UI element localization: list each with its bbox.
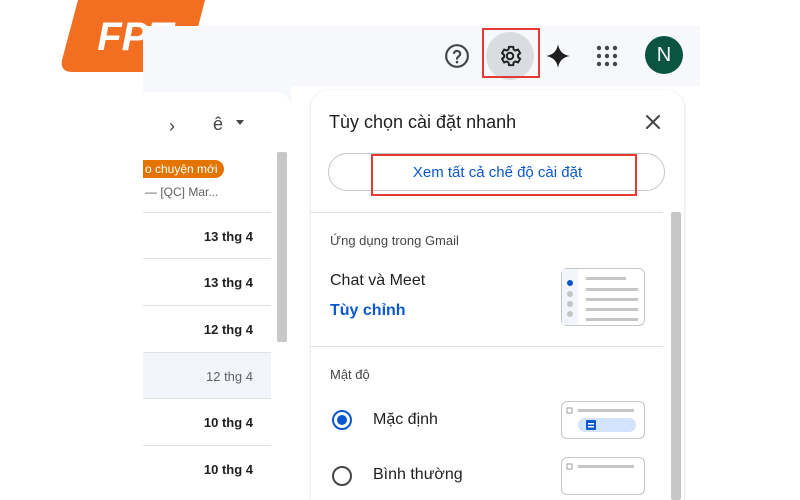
mail-date: 13 thg 4 (203, 275, 253, 290)
settings-highlight-frame (482, 28, 540, 78)
chevron-right-icon[interactable]: › (169, 116, 175, 137)
mail-list-panel: › ê o chuyện mới — [QC] Mar... 13 thg 4 … (143, 86, 291, 500)
mail-row[interactable]: 10 thg 4 (143, 398, 271, 445)
chat-meet-label: Chat và Meet (330, 272, 426, 289)
account-avatar[interactable]: N (645, 36, 683, 74)
caret-down-icon[interactable] (236, 120, 244, 125)
mail-nav-row: › ê (143, 110, 291, 140)
promo-badge: o chuyện mới (143, 160, 224, 178)
mail-row[interactable]: 13 thg 4 (143, 258, 271, 305)
mail-list-card: › ê o chuyện mới — [QC] Mar... 13 thg 4 … (143, 92, 291, 500)
chat-meet-preview (561, 268, 645, 326)
mail-date: 13 thg 4 (203, 229, 253, 244)
apps-grid-icon[interactable] (589, 38, 625, 74)
input-tools-icon[interactable]: ê (213, 114, 223, 135)
top-toolbar: N (143, 26, 700, 86)
mail-scrollbar[interactable] (277, 152, 287, 342)
help-icon[interactable] (439, 38, 475, 74)
mail-date: 12 thg 4 (203, 322, 253, 337)
customize-link[interactable]: Tùy chỉnh (330, 302, 406, 320)
promo-snippet[interactable]: — [QC] Mar... (145, 185, 218, 199)
divider (311, 346, 663, 347)
mail-row[interactable]: 12 thg 4 (143, 352, 271, 399)
mail-date: 10 thg 4 (203, 415, 253, 430)
apps-section-heading: Ứng dụng trong Gmail (330, 233, 459, 248)
density-default-label[interactable]: Mặc định (373, 411, 438, 429)
divider (311, 212, 663, 213)
density-normal-preview (561, 457, 645, 495)
density-section-heading: Mật độ (330, 367, 370, 382)
mail-row[interactable]: 10 thg 4 (143, 445, 271, 492)
quick-settings-scrollbar[interactable] (671, 212, 681, 500)
quick-settings-panel: Tùy chọn cài đặt nhanh Xem tất cả chế độ… (311, 90, 684, 500)
sparkle-icon[interactable] (540, 38, 576, 74)
density-normal-radio[interactable] (332, 466, 352, 486)
mail-row[interactable]: 13 thg 4 (143, 212, 271, 259)
density-normal-label[interactable]: Bình thường (373, 466, 463, 484)
quick-settings-title: Tùy chọn cài đặt nhanh (329, 112, 517, 132)
mail-date: 10 thg 4 (203, 462, 253, 477)
density-default-radio[interactable] (332, 410, 352, 430)
mail-date: 12 thg 4 (206, 369, 253, 384)
see-all-highlight-frame (371, 154, 637, 196)
mail-row[interactable]: 12 thg 4 (143, 305, 271, 352)
density-default-preview (561, 401, 645, 439)
close-icon[interactable] (641, 110, 665, 134)
